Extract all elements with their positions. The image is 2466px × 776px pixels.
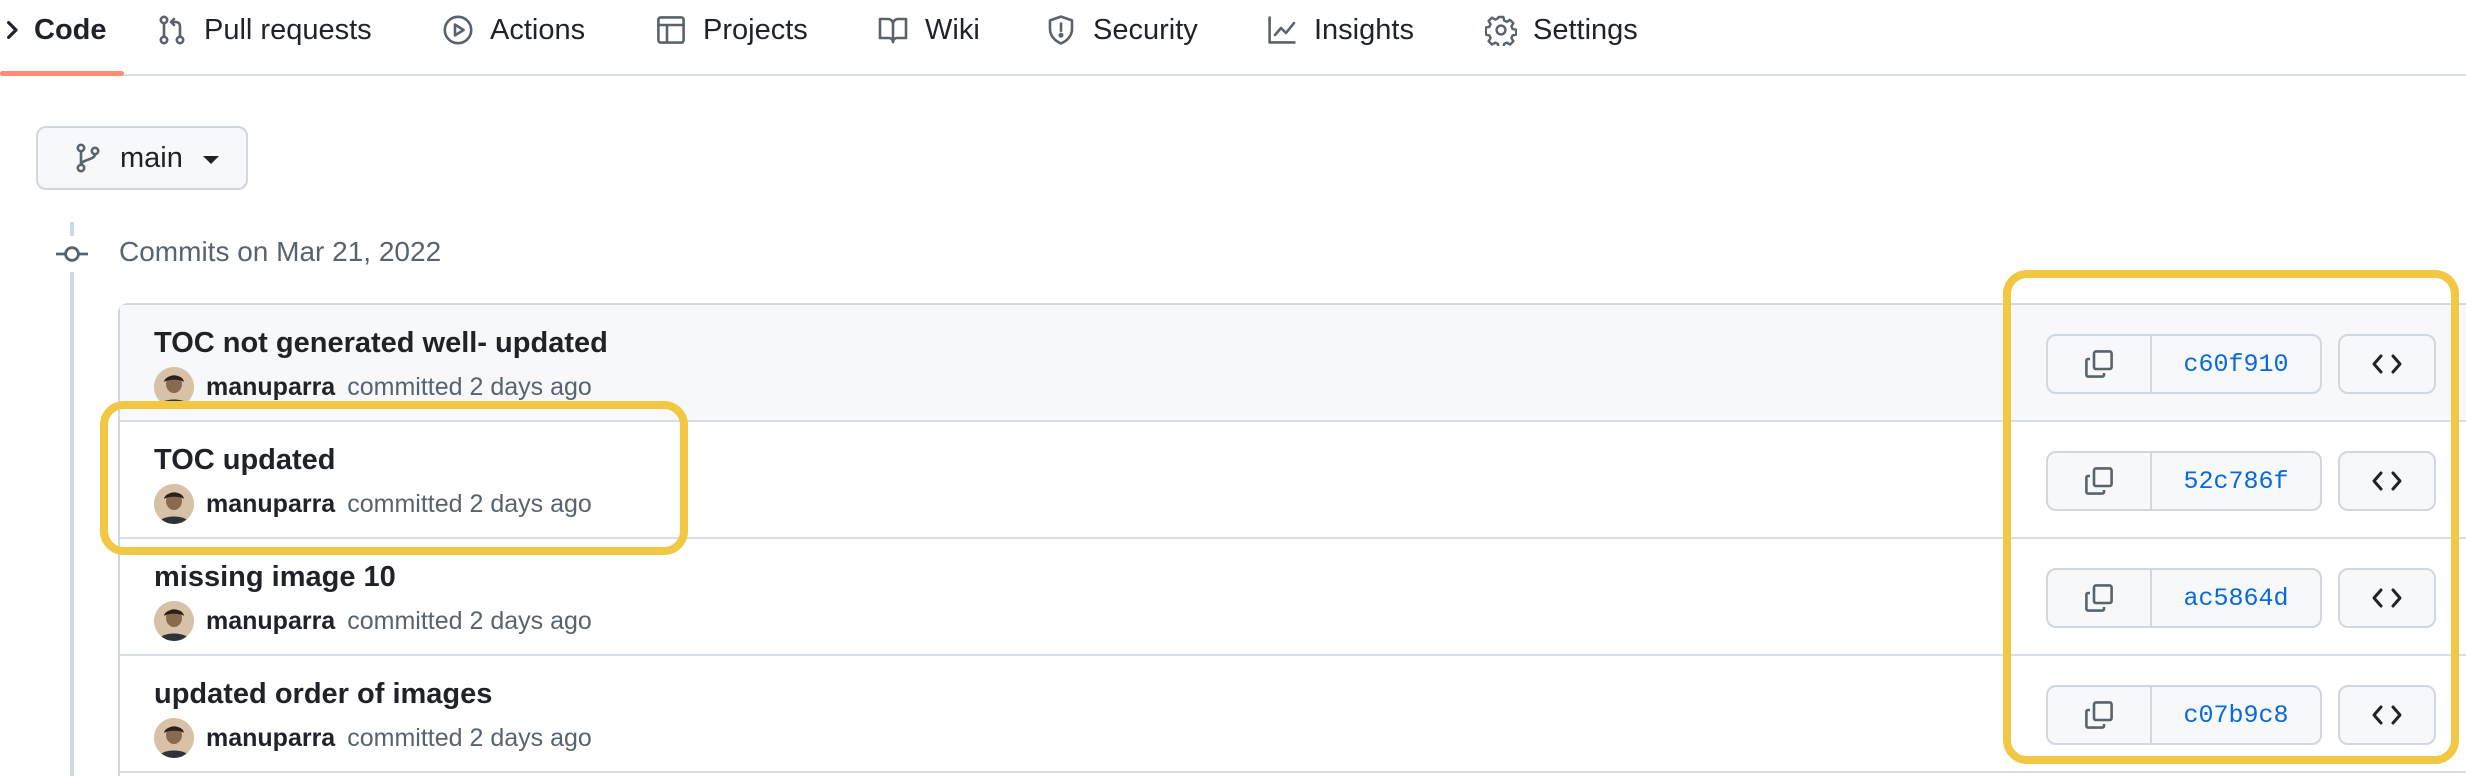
commit-time: committed 2 days ago (347, 723, 592, 752)
copy-icon (2085, 467, 2113, 495)
code-icon (0, 14, 18, 46)
commit-title-link[interactable]: updated order of images (154, 678, 492, 711)
commit-sha-link[interactable]: c07b9c8 (2152, 687, 2320, 743)
copy-icon (2085, 584, 2113, 612)
commit-author-link[interactable]: manuparra (206, 490, 335, 519)
tab-label: Wiki (925, 13, 980, 46)
active-tab-underline (0, 71, 124, 76)
tab-security[interactable]: Security (1045, 0, 1198, 60)
shield-icon (1045, 14, 1077, 46)
commit-time: committed 2 days ago (347, 606, 592, 635)
tab-pull-requests[interactable]: Pull requests (156, 0, 372, 60)
browse-repo-button[interactable] (2338, 568, 2436, 628)
commit-meta: manuparra committed 2 days ago (154, 601, 592, 641)
graph-icon (1266, 14, 1298, 46)
copy-sha-button[interactable] (2048, 453, 2152, 509)
copy-icon (2085, 701, 2113, 729)
commit-sha-group: c60f910 (2046, 334, 2322, 394)
tab-actions[interactable]: Actions (442, 0, 585, 60)
commit-author-link[interactable]: manuparra (206, 373, 335, 402)
avatar[interactable] (154, 484, 194, 524)
tab-settings[interactable]: Settings (1485, 0, 1638, 60)
avatar[interactable] (154, 601, 194, 641)
commit-author-link[interactable]: manuparra (206, 724, 335, 753)
code-icon (2372, 354, 2402, 374)
commit-time: committed 2 days ago (347, 489, 592, 518)
git-branch-icon (72, 142, 104, 174)
copy-sha-button[interactable] (2048, 570, 2152, 626)
tab-label: Settings (1533, 13, 1638, 46)
tab-label: Projects (703, 13, 808, 46)
code-icon (2372, 705, 2402, 725)
caret-down-icon (202, 156, 219, 164)
code-icon (2372, 588, 2402, 608)
repo-nav: Code Pull requests Actions Projects Wiki… (0, 0, 2466, 76)
browse-repo-button[interactable] (2338, 685, 2436, 745)
commit-row: TOC updated manuparra committed 2 days a… (120, 422, 2466, 539)
commit-sha-link[interactable]: 52c786f (2152, 453, 2320, 509)
branch-select-button[interactable]: main (36, 126, 248, 190)
tab-wiki[interactable]: Wiki (877, 0, 980, 60)
branch-name: main (120, 141, 183, 174)
commit-author-link[interactable]: manuparra (206, 607, 335, 636)
commit-list: TOC not generated well- updated manuparr… (118, 303, 2466, 776)
commit-sha-group: 52c786f (2046, 451, 2322, 511)
copy-icon (2085, 350, 2113, 378)
commit-meta: manuparra committed 2 days ago (154, 718, 592, 758)
commit-title-link[interactable]: TOC updated (154, 444, 336, 477)
commit-sha-group: c07b9c8 (2046, 685, 2322, 745)
copy-sha-button[interactable] (2048, 687, 2152, 743)
gear-icon (1485, 14, 1517, 46)
tab-label: Code (34, 13, 107, 46)
commit-time: committed 2 days ago (347, 372, 592, 401)
tab-insights[interactable]: Insights (1266, 0, 1414, 60)
table-icon (655, 14, 687, 46)
play-icon (442, 14, 474, 46)
avatar[interactable] (154, 367, 194, 407)
copy-sha-button[interactable] (2048, 336, 2152, 392)
tab-code[interactable]: Code (0, 0, 107, 60)
commit-sha-group: ac5864d (2046, 568, 2322, 628)
tab-projects[interactable]: Projects (655, 0, 808, 60)
git-commit-icon (54, 236, 90, 272)
commit-meta: manuparra committed 2 days ago (154, 367, 592, 407)
commit-meta: manuparra committed 2 days ago (154, 484, 592, 524)
commit-row: missing image 10 manuparra committed 2 d… (120, 539, 2466, 656)
commits-date-heading: Commits on Mar 21, 2022 (119, 236, 442, 267)
commit-row: TOC not generated well- updated manuparr… (120, 305, 2466, 422)
tab-label: Pull requests (204, 13, 372, 46)
browse-repo-button[interactable] (2338, 451, 2436, 511)
commit-sha-link[interactable]: ac5864d (2152, 570, 2320, 626)
commit-title-link[interactable]: TOC not generated well- updated (154, 327, 608, 360)
commit-row: updated order of images manuparra commit… (120, 656, 2466, 773)
tab-label: Actions (490, 13, 586, 46)
commit-sha-link[interactable]: c60f910 (2152, 336, 2320, 392)
timeline-line (70, 222, 74, 776)
tab-label: Insights (1314, 13, 1414, 46)
avatar[interactable] (154, 718, 194, 758)
code-icon (2372, 471, 2402, 491)
git-pull-request-icon (156, 14, 188, 46)
browse-repo-button[interactable] (2338, 334, 2436, 394)
commit-title-link[interactable]: missing image 10 (154, 561, 396, 594)
tab-label: Security (1093, 13, 1198, 46)
book-icon (877, 14, 909, 46)
